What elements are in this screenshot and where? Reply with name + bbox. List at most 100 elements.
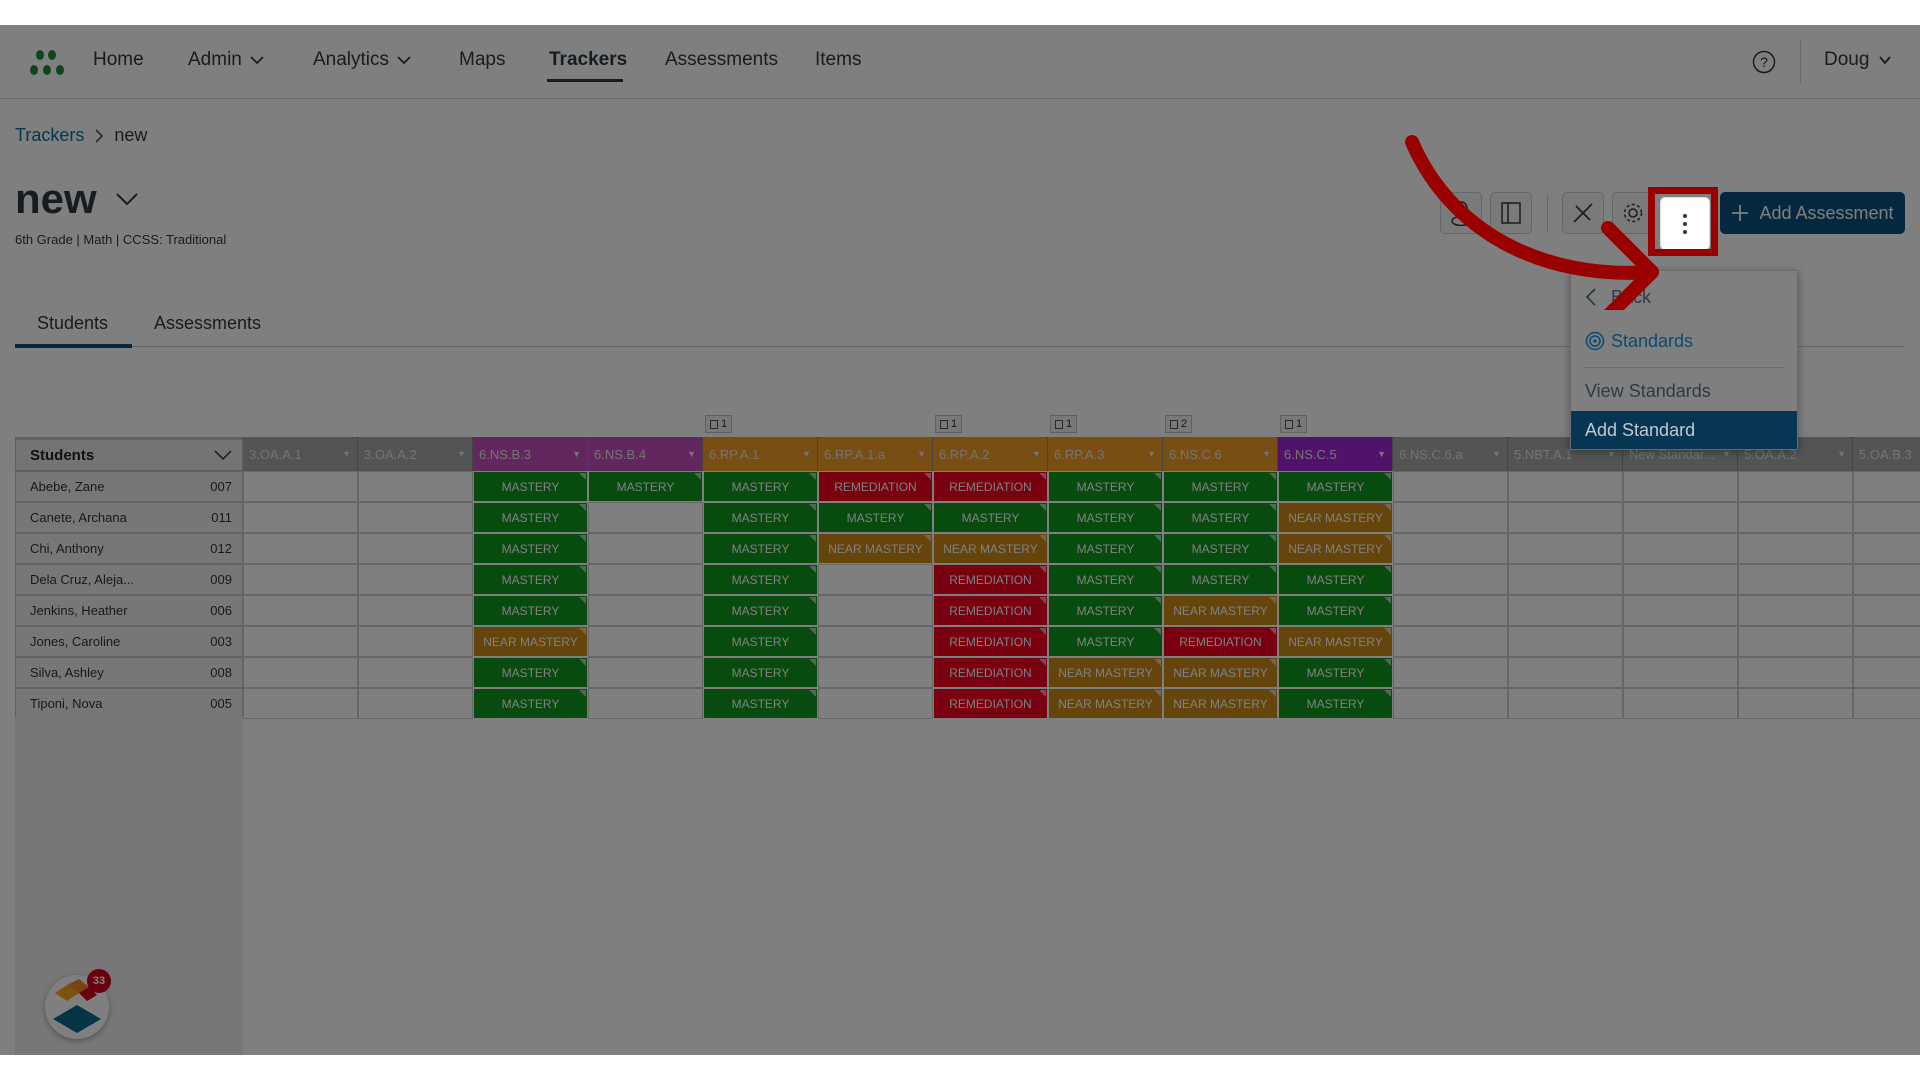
score-cell[interactable] <box>358 688 473 719</box>
nav-item-assessments[interactable]: Assessments <box>665 49 778 71</box>
standard-column-header[interactable]: 6.NS.C.6 ▼ <box>1163 437 1278 471</box>
caret-down-icon[interactable]: ▼ <box>1377 449 1386 459</box>
score-cell[interactable] <box>1508 688 1623 719</box>
nav-item-trackers[interactable]: Trackers <box>549 49 627 71</box>
score-cell[interactable] <box>1623 533 1738 564</box>
score-cell[interactable]: MASTERY <box>1048 502 1163 533</box>
nav-item-analytics[interactable]: Analytics <box>313 49 411 71</box>
score-cell[interactable]: MASTERY <box>1163 533 1278 564</box>
score-cell[interactable] <box>358 657 473 688</box>
score-cell[interactable] <box>1508 533 1623 564</box>
score-cell[interactable] <box>818 564 933 595</box>
score-cell[interactable]: MASTERY <box>703 626 818 657</box>
assessment-count-badge[interactable]: 2 <box>1165 415 1193 433</box>
score-cell[interactable] <box>1623 502 1738 533</box>
menu-add-standard[interactable]: Add Standard <box>1571 411 1797 449</box>
user-menu[interactable]: Doug <box>1824 49 1892 71</box>
score-cell[interactable] <box>243 595 358 626</box>
help-icon[interactable]: ? <box>1752 50 1776 74</box>
standard-column-header[interactable]: 3.OA.A.2 ▼ <box>358 437 473 471</box>
score-cell[interactable]: MASTERY <box>1048 471 1163 502</box>
score-cell[interactable]: MASTERY <box>1048 564 1163 595</box>
score-cell[interactable]: NEAR MASTERY <box>1048 657 1163 688</box>
score-cell[interactable]: MASTERY <box>473 688 588 719</box>
score-cell[interactable] <box>588 626 703 657</box>
score-cell[interactable]: NEAR MASTERY <box>818 533 933 564</box>
score-cell[interactable] <box>1853 626 1920 657</box>
score-cell[interactable]: MASTERY <box>703 688 818 719</box>
score-cell[interactable] <box>1853 564 1920 595</box>
score-cell[interactable]: MASTERY <box>703 564 818 595</box>
score-cell[interactable] <box>1623 471 1738 502</box>
score-cell[interactable]: MASTERY <box>1163 502 1278 533</box>
title-chevron-down-icon[interactable] <box>115 192 139 206</box>
score-cell[interactable] <box>1738 688 1853 719</box>
score-cell[interactable] <box>1393 595 1508 626</box>
score-cell[interactable] <box>358 471 473 502</box>
assessment-count-badge[interactable]: 1 <box>935 415 963 433</box>
nav-item-home[interactable]: Home <box>93 49 144 71</box>
score-cell[interactable] <box>1393 564 1508 595</box>
score-cell[interactable]: NEAR MASTERY <box>1278 533 1393 564</box>
score-cell[interactable] <box>243 626 358 657</box>
score-cell[interactable] <box>358 533 473 564</box>
score-cell[interactable]: MASTERY <box>703 533 818 564</box>
score-cell[interactable] <box>818 688 933 719</box>
standard-column-header[interactable]: 6.NS.C.5 ▼ <box>1278 437 1393 471</box>
score-cell[interactable] <box>1623 657 1738 688</box>
score-cell[interactable]: NEAR MASTERY <box>1163 688 1278 719</box>
score-cell[interactable] <box>243 533 358 564</box>
score-cell[interactable]: MASTERY <box>818 502 933 533</box>
standard-column-header[interactable]: 6.RP.A.1.a ▼ <box>818 437 933 471</box>
score-cell[interactable]: MASTERY <box>473 564 588 595</box>
score-cell[interactable] <box>1623 688 1738 719</box>
score-cell[interactable] <box>1738 471 1853 502</box>
standard-column-header[interactable]: 6.NS.B.3 ▼ <box>473 437 588 471</box>
nav-item-items[interactable]: Items <box>815 49 861 71</box>
standard-column-header[interactable]: 6.NS.C.6.a ▼ <box>1393 437 1508 471</box>
score-cell[interactable]: MASTERY <box>1163 564 1278 595</box>
score-cell[interactable] <box>818 626 933 657</box>
caret-down-icon[interactable]: ▼ <box>1147 449 1156 459</box>
score-cell[interactable] <box>1393 533 1508 564</box>
score-cell[interactable]: MASTERY <box>1278 688 1393 719</box>
score-cell[interactable]: NEAR MASTERY <box>1048 688 1163 719</box>
score-cell[interactable]: MASTERY <box>588 471 703 502</box>
score-cell[interactable] <box>358 564 473 595</box>
score-cell[interactable] <box>243 564 358 595</box>
score-cell[interactable]: MASTERY <box>1048 626 1163 657</box>
student-row-header[interactable]: Dela Cruz, Aleja... 009 <box>15 564 243 595</box>
student-row-header[interactable]: Jones, Caroline 003 <box>15 626 243 657</box>
score-cell[interactable] <box>358 626 473 657</box>
standard-column-header[interactable]: 6.RP.A.1 ▼ <box>703 437 818 471</box>
student-row-header[interactable]: Jenkins, Heather 006 <box>15 595 243 626</box>
score-cell[interactable]: MASTERY <box>1048 533 1163 564</box>
caret-down-icon[interactable]: ▼ <box>687 449 696 459</box>
standard-column-header[interactable]: 6.RP.A.3 ▼ <box>1048 437 1163 471</box>
app-logo[interactable] <box>28 49 70 77</box>
score-cell[interactable] <box>1393 688 1508 719</box>
score-cell[interactable]: MASTERY <box>1278 564 1393 595</box>
score-cell[interactable]: MASTERY <box>703 595 818 626</box>
score-cell[interactable] <box>243 502 358 533</box>
score-cell[interactable]: MASTERY <box>933 502 1048 533</box>
standard-column-header[interactable]: 6.RP.A.2 ▼ <box>933 437 1048 471</box>
score-cell[interactable] <box>1853 502 1920 533</box>
score-cell[interactable] <box>1508 502 1623 533</box>
score-cell[interactable] <box>588 533 703 564</box>
score-cell[interactable] <box>1623 595 1738 626</box>
caret-down-icon[interactable]: ▼ <box>1262 449 1271 459</box>
score-cell[interactable] <box>1393 471 1508 502</box>
score-cell[interactable] <box>588 688 703 719</box>
caret-down-icon[interactable]: ▼ <box>1032 449 1041 459</box>
score-cell[interactable] <box>588 595 703 626</box>
score-cell[interactable] <box>1738 626 1853 657</box>
score-cell[interactable] <box>1508 595 1623 626</box>
standard-column-header[interactable]: 3.OA.A.1 ▼ <box>243 437 358 471</box>
score-cell[interactable] <box>1738 564 1853 595</box>
score-cell[interactable] <box>1853 595 1920 626</box>
score-cell[interactable] <box>243 471 358 502</box>
score-cell[interactable] <box>1738 533 1853 564</box>
score-cell[interactable] <box>588 564 703 595</box>
caret-down-icon[interactable]: ▼ <box>457 449 466 459</box>
